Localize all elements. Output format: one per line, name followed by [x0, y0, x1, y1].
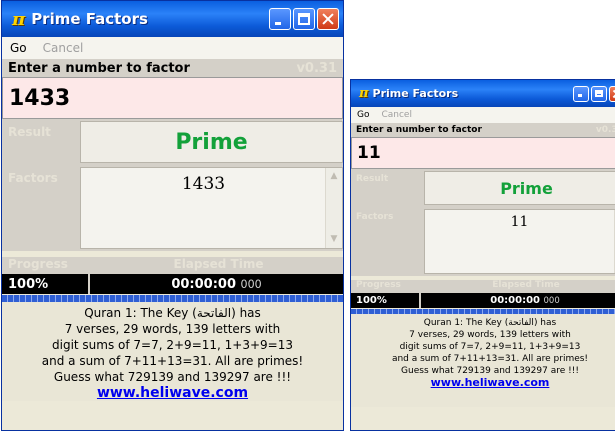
prompt-row: Enter a number to factor v0.31 [2, 59, 343, 77]
info-line: and a sum of 7+11+13=31. All are primes! [391, 354, 589, 364]
factors-textarea[interactable]: 1433 ▲ ▼ [80, 167, 343, 249]
factors-row: Factors 1433 ▲ ▼ [2, 165, 343, 251]
scroll-down-arrow-icon[interactable]: ▼ [326, 235, 342, 244]
close-button[interactable] [317, 8, 339, 30]
info-line: Guess what 729139 and 139297 are !!! [53, 370, 292, 384]
prime-factors-window-small: π Prime Factors Go Cancel Enter a number… [350, 79, 615, 431]
prompt-row: Enter a number to factor v0.31 [351, 123, 615, 137]
info-line: Quran 1: The Key (الفاتحة) has [84, 306, 261, 320]
info-line: and a sum of 7+11+13=31. All are primes! [41, 354, 304, 368]
result-row: Result Prime [351, 169, 615, 207]
menu-cancel[interactable]: Cancel [375, 110, 418, 120]
info-line: 7 verses, 29 words, 139 letters with [409, 330, 571, 340]
prompt-label: Enter a number to factor [356, 125, 482, 135]
info-line: 7 verses, 29 words, 139 letters with [64, 322, 281, 336]
prompt-label: Enter a number to factor [8, 60, 190, 76]
number-input[interactable] [2, 77, 343, 119]
website-link[interactable]: www.heliwave.com [2, 385, 343, 401]
progress-label: Progress [356, 280, 401, 290]
progress-bar [2, 295, 343, 302]
progress-percent: 100% [351, 293, 421, 308]
info-text: Quran 1: The Key (الفاتحة) has 7 verses,… [2, 302, 343, 401]
status-row: 100% 00:00:00 000 [351, 293, 615, 308]
status-labels-row: Progress Elapsed Time [2, 257, 343, 274]
menu-bar: Go Cancel [351, 107, 615, 123]
window-body: Enter a number to factor v0.31 Result Pr… [351, 123, 615, 407]
menu-bar: Go Cancel [2, 37, 343, 59]
menu-cancel[interactable]: Cancel [35, 41, 92, 55]
pi-icon: π [359, 86, 369, 101]
info-line: digit sums of 7=7, 2+9=11, 1+3+9=13 [399, 342, 581, 352]
website-link[interactable]: www.heliwave.com [351, 377, 615, 389]
elapsed-time-value: 00:00:00 [490, 295, 541, 306]
number-input[interactable] [351, 137, 615, 169]
version-label: v0.31 [595, 125, 615, 135]
close-button[interactable] [609, 85, 615, 102]
result-value: Prime [424, 171, 615, 205]
elapsed-label: Elapsed Time [173, 257, 264, 271]
window-controls [267, 1, 339, 37]
minimize-button[interactable] [573, 85, 589, 102]
window-title: Prime Factors [31, 10, 148, 28]
result-value: Prime [80, 121, 343, 163]
elapsed-time: 00:00:00 000 [90, 277, 343, 292]
menu-go[interactable]: Go [2, 41, 35, 55]
factors-textarea[interactable]: 11 ▲ ▼ [424, 209, 615, 274]
window-title: Prime Factors [372, 87, 459, 100]
pi-icon: π [12, 8, 26, 30]
result-row: Result Prime [2, 119, 343, 165]
result-label: Result [8, 125, 51, 139]
window-body: Enter a number to factor v0.31 Result Pr… [2, 59, 343, 401]
elapsed-time-value: 00:00:00 [171, 276, 237, 292]
factors-label: Factors [8, 171, 58, 185]
elapsed-time-ms: 000 [543, 296, 560, 306]
elapsed-time-ms: 000 [240, 277, 262, 291]
factors-label: Factors [356, 212, 394, 222]
window-controls [571, 80, 615, 107]
maximize-button[interactable] [591, 85, 607, 102]
info-line: digit sums of 7=7, 2+9=11, 1+3+9=13 [52, 338, 293, 352]
title-bar[interactable]: π Prime Factors [2, 1, 343, 37]
scroll-up-arrow-icon[interactable]: ▲ [326, 172, 342, 181]
status-row: 100% 00:00:00 000 [2, 274, 343, 294]
menu-go[interactable]: Go [351, 110, 375, 120]
info-line: Quran 1: The Key (الفاتحة) has [423, 318, 557, 328]
title-bar[interactable]: π Prime Factors [351, 80, 615, 107]
result-label: Result [356, 174, 389, 184]
progress-percent: 100% [2, 274, 90, 294]
elapsed-label: Elapsed Time [492, 280, 560, 290]
status-labels-row: Progress Elapsed Time [351, 280, 615, 293]
maximize-button[interactable] [293, 8, 315, 30]
minimize-button[interactable] [269, 8, 291, 30]
factors-row: Factors 11 ▲ ▼ [351, 207, 615, 276]
factors-scrollbar[interactable]: ▲ ▼ [325, 168, 342, 248]
factors-value: 1433 [181, 174, 226, 194]
prime-factors-window-large: π Prime Factors Go Cancel Enter a number… [1, 0, 344, 431]
factors-value: 11 [510, 214, 529, 230]
version-label: v0.31 [296, 60, 337, 76]
progress-label: Progress [8, 257, 68, 271]
elapsed-time: 00:00:00 000 [421, 295, 615, 306]
info-text: Quran 1: The Key (الفاتحة) has 7 verses,… [351, 314, 615, 407]
